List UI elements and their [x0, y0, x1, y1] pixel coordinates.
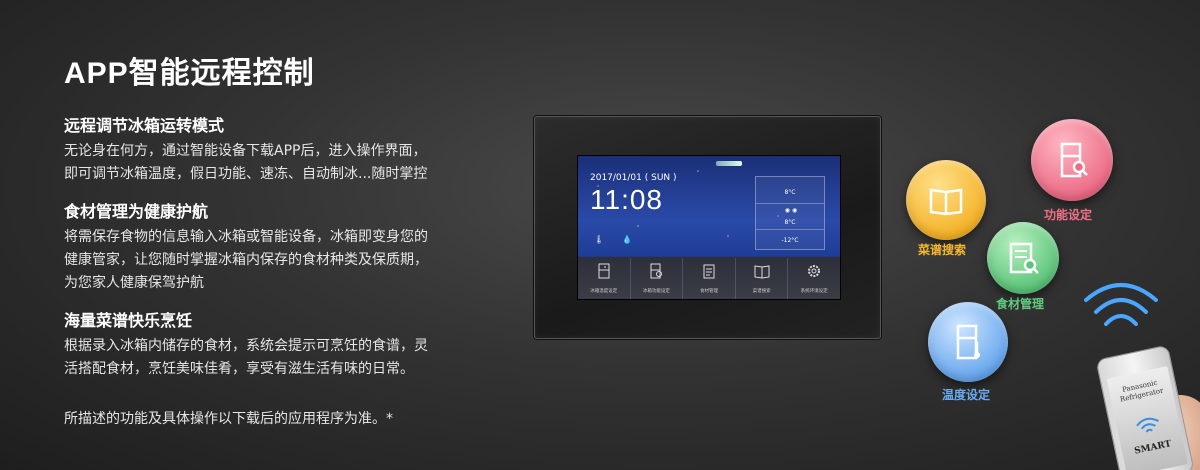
panel-screen: 2017/01/01 ( SUN ) 11:08 🌡 💧 8°C ◉ ◉ 8°C … — [577, 155, 841, 300]
menu-item-label: 冰箱功能设定 — [642, 289, 670, 294]
temperature-label: 温度设定 — [942, 388, 991, 402]
droplet-icon: 💧 — [622, 235, 633, 244]
feature-line: 为您家人健康保驾护航 — [64, 275, 204, 291]
time-display: 11:08 — [590, 184, 663, 215]
fridge-diagram[interactable]: 8°C ◉ ◉ 8°C -12°C — [755, 176, 825, 250]
feature-title: 食材管理为健康护航 — [64, 202, 209, 221]
fridge-temp-top: 8°C — [784, 189, 796, 196]
book-icon — [929, 188, 963, 216]
temperature-bubble[interactable] — [928, 302, 1008, 382]
menu-item-label: 冰箱温度设定 — [590, 289, 618, 294]
panel-menu-bar: 冰箱温度设定 冰箱功能设定 食材管理 菜谱搜索 系统环境设定 — [578, 258, 840, 299]
function-bubble[interactable] — [1031, 119, 1113, 201]
date-display: 2017/01/01 ( SUN ) — [590, 173, 677, 183]
clipboard-icon — [683, 263, 735, 284]
thermometer-icon: 🌡 — [594, 235, 605, 244]
food-bubble[interactable] — [987, 222, 1059, 294]
menu-item-label: 系统环境设定 — [800, 289, 828, 294]
menu-item-system[interactable]: 系统环境设定 — [788, 258, 840, 299]
feature-line: 即可调节冰箱温度，假日功能、速冻、自动制冰...随时掌控 — [64, 166, 428, 182]
menu-item-label: 食材管理 — [699, 289, 718, 294]
page-title: APP智能远程控制 — [64, 57, 315, 90]
feature-title: 远程调节冰箱运转模式 — [64, 116, 225, 135]
clipboard-icon — [1009, 242, 1039, 274]
feature-line: 将需保存食物的信息输入冰箱或智能设备，冰箱即变身您的 — [64, 229, 428, 245]
fridge-search-icon — [631, 263, 683, 284]
menu-item-food[interactable]: 食材管理 — [683, 258, 736, 299]
disclaimer-note: 所描述的功能及具体操作以下载后的应用程序为准。* — [64, 411, 393, 427]
menu-item-fridge-temp[interactable]: 冰箱温度设定 — [578, 258, 631, 299]
wifi-icon — [1136, 417, 1159, 433]
menu-item-fridge-function[interactable]: 冰箱功能设定 — [631, 258, 684, 299]
feature-item: 食材管理为健康护航 将需保存食物的信息输入冰箱或智能设备，冰箱即变身您的 健康管… — [64, 198, 504, 295]
feature-title: 海量菜谱快乐烹饪 — [64, 311, 193, 330]
feature-line: 活搭配食材，烹饪美味佳肴，享受有滋生活有味的日常。 — [64, 361, 414, 377]
fridge-temp-icon — [956, 324, 980, 360]
feature-line: 根据录入冰箱内储存的食材，系统会提示可烹饪的食谱，灵 — [64, 338, 428, 354]
feature-line: 无论身在何方，通过智能设备下载APP后，进入操作界面， — [64, 143, 427, 159]
menu-item-label: 菜谱搜索 — [752, 289, 771, 294]
fridge-temp-middle: 8°C — [784, 219, 796, 226]
recipe-bubble[interactable] — [906, 160, 986, 240]
feature-item: 远程调节冰箱运转模式 无论身在何方，通过智能设备下载APP后，进入操作界面， 即… — [64, 112, 504, 186]
control-panel: 2017/01/01 ( SUN ) 11:08 🌡 💧 8°C ◉ ◉ 8°C … — [534, 116, 881, 339]
fridge-temp-icon — [578, 263, 630, 284]
recipe-label: 菜谱搜索 — [918, 243, 967, 257]
brand-logo — [716, 161, 742, 166]
book-icon — [736, 263, 788, 284]
feature-list: 远程调节冰箱运转模式 无论身在何方，通过智能设备下载APP后，进入操作界面， 即… — [64, 112, 504, 393]
compartment-divider — [756, 203, 824, 204]
phone-screen: Panasonic Refrigerator SMART — [1106, 366, 1189, 470]
smartphone: Panasonic Refrigerator SMART — [1095, 343, 1200, 470]
phone-smart-label: SMART — [1133, 439, 1173, 457]
fridge-temp-bottom: -12°C — [781, 237, 799, 244]
menu-item-recipe[interactable]: 菜谱搜索 — [736, 258, 789, 299]
function-label: 功能设定 — [1044, 208, 1093, 222]
wifi-signal-icon — [1084, 283, 1158, 326]
gear-icon — [788, 263, 840, 284]
feature-description: 将需保存食物的信息输入冰箱或智能设备，冰箱即变身您的 健康管家，让您随时掌握冰箱… — [64, 226, 504, 295]
feature-description: 无论身在何方，通过智能设备下载APP后，进入操作界面， 即可调节冰箱温度，假日功… — [64, 140, 504, 186]
food-label: 食材管理 — [996, 297, 1045, 311]
feature-line: 健康管家，让您随时掌握冰箱内保存的食材种类及保质期， — [64, 252, 428, 268]
feature-item: 海量菜谱快乐烹饪 根据录入冰箱内储存的食材，系统会提示可烹饪的食谱，灵 活搭配食… — [64, 307, 504, 381]
mode-icon: ◉ ◉ — [784, 207, 798, 214]
fridge-search-icon — [1060, 142, 1088, 178]
status-icons: 🌡 💧 — [594, 235, 650, 244]
feature-description: 根据录入冰箱内储存的食材，系统会提示可烹饪的食谱，灵 活搭配食材，烹饪美味佳肴，… — [64, 335, 504, 381]
phone-brand: Panasonic Refrigerator — [1109, 376, 1173, 406]
phone-body: Panasonic Refrigerator SMART — [1095, 344, 1195, 470]
compartment-divider — [756, 229, 824, 230]
